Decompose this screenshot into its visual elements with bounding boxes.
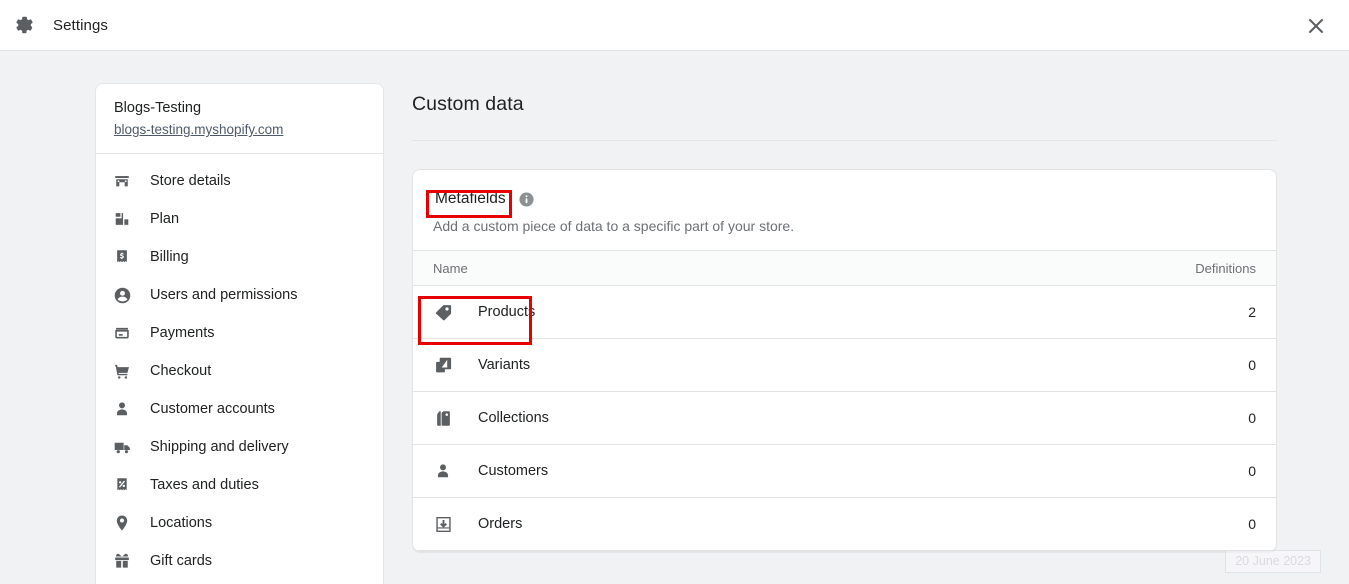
gear-icon (13, 14, 35, 36)
table-header-row: Name Definitions (413, 250, 1276, 286)
sidebar-item-shipping-and-delivery[interactable]: Shipping and delivery (96, 428, 383, 466)
table-row[interactable]: Products 2 (413, 286, 1276, 339)
sidebar-item-checkout[interactable]: Checkout (96, 352, 383, 390)
payments-card-icon (112, 323, 132, 343)
store-name: Blogs-Testing (114, 100, 365, 116)
column-header-definitions: Definitions (1195, 261, 1256, 276)
sidebar-item-label: Locations (150, 515, 212, 531)
sidebar-item-label: Taxes and duties (150, 477, 259, 493)
row-label: Products (478, 304, 1248, 320)
billing-icon (112, 247, 132, 267)
table-row[interactable]: Collections 0 (413, 392, 1276, 445)
info-icon[interactable] (518, 191, 535, 208)
settings-page: Blogs-Testing blogs-testing.myshopify.co… (0, 51, 1349, 575)
settings-sidebar: Blogs-Testing blogs-testing.myshopify.co… (95, 83, 384, 584)
row-count: 0 (1248, 357, 1256, 373)
person-icon (433, 461, 453, 481)
row-label: Variants (478, 357, 1248, 373)
sidebar-item-label: Store details (150, 173, 231, 189)
sidebar-item-label: Customer accounts (150, 401, 275, 417)
table-row[interactable]: Variants 0 (413, 339, 1276, 392)
sidebar-item-gift-cards[interactable]: Gift cards (96, 542, 383, 580)
row-label: Customers (478, 463, 1248, 479)
person-icon (112, 399, 132, 419)
title-divider (412, 140, 1277, 141)
date-watermark: 20 June 2023 (1225, 550, 1321, 573)
truck-icon (112, 437, 132, 457)
gift-icon (112, 551, 132, 571)
row-label: Collections (478, 410, 1248, 426)
sidebar-item-plan[interactable]: Plan (96, 200, 383, 238)
row-count: 0 (1248, 410, 1256, 426)
column-header-name: Name (433, 261, 1195, 276)
shopping-cart-icon (112, 361, 132, 381)
collections-icon (433, 408, 453, 428)
sidebar-item-store-details[interactable]: Store details (96, 162, 383, 200)
card-description: Add a custom piece of data to a specific… (433, 218, 1256, 234)
sidebar-item-label: Gift cards (150, 553, 212, 569)
sidebar-item-label: Payments (150, 325, 214, 341)
table-row[interactable]: Customers 0 (413, 445, 1276, 498)
close-icon[interactable] (1299, 9, 1333, 43)
user-circle-icon (112, 285, 132, 305)
sidebar-item-locations[interactable]: Locations (96, 504, 383, 542)
page-title: Custom data (412, 93, 1292, 116)
plan-icon (112, 209, 132, 229)
row-count: 2 (1248, 304, 1256, 320)
sidebar-item-customer-accounts[interactable]: Customer accounts (96, 390, 383, 428)
card-header: Metafields Add a custom piece of data to… (413, 170, 1276, 250)
sidebar-item-label: Shipping and delivery (150, 439, 289, 455)
table-row[interactable]: Orders 0 (413, 498, 1276, 551)
sidebar-item-billing[interactable]: Billing (96, 238, 383, 276)
sidebar-item-label: Users and permissions (150, 287, 297, 303)
app-title: Settings (53, 17, 108, 34)
app-header: Settings (0, 0, 1349, 51)
sidebar-item-label: Plan (150, 211, 179, 227)
row-label: Orders (478, 516, 1248, 532)
row-count: 0 (1248, 463, 1256, 479)
tag-icon (433, 302, 453, 322)
main-content: Custom data Metafields Add a custom piec… (412, 51, 1292, 552)
row-count: 0 (1248, 516, 1256, 532)
variants-icon (433, 355, 453, 375)
metafields-card: Metafields Add a custom piece of data to… (412, 169, 1277, 552)
store-icon (112, 171, 132, 191)
location-pin-icon (112, 513, 132, 533)
sidebar-item-label: Billing (150, 249, 189, 265)
store-url-link[interactable]: blogs-testing.myshopify.com (114, 122, 283, 137)
orders-inbox-icon (433, 514, 453, 534)
sidebar-item-label: Checkout (150, 363, 211, 379)
card-title: Metafields (433, 188, 508, 210)
percent-receipt-icon (112, 475, 132, 495)
sidebar-item-payments[interactable]: Payments (96, 314, 383, 352)
sidebar-item-taxes-and-duties[interactable]: Taxes and duties (96, 466, 383, 504)
store-header: Blogs-Testing blogs-testing.myshopify.co… (96, 84, 383, 154)
sidebar-nav: Store details Plan (96, 154, 383, 584)
sidebar-item-users-and-permissions[interactable]: Users and permissions (96, 276, 383, 314)
